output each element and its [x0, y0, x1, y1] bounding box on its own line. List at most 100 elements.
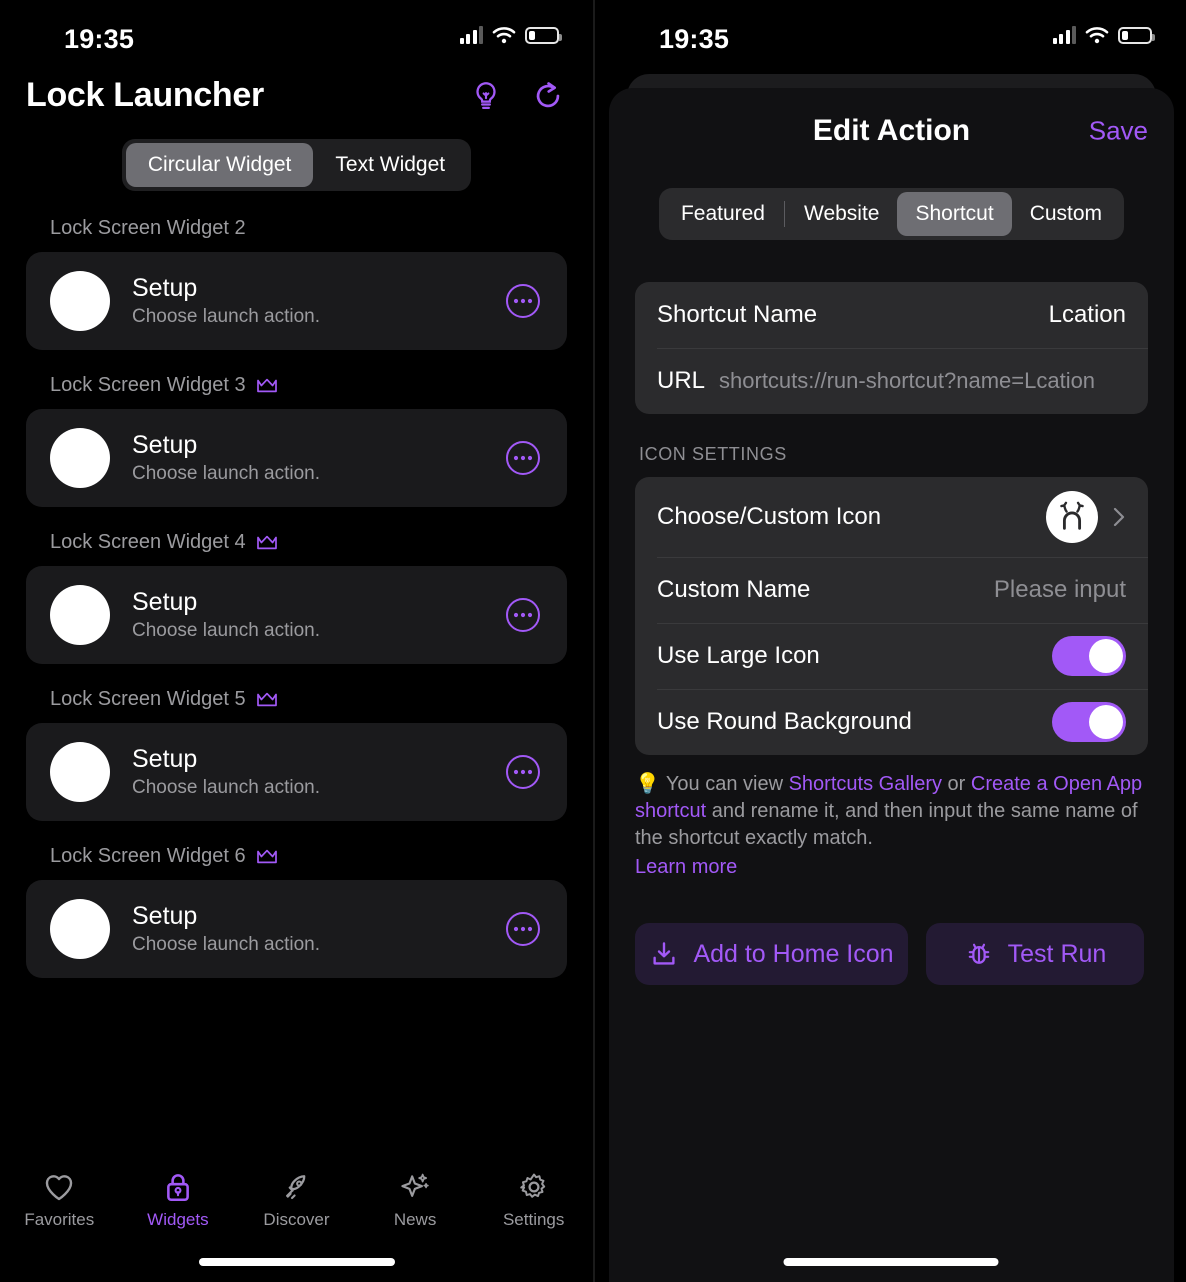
shortcut-name-input[interactable]: Lcation	[1049, 301, 1126, 329]
download-icon	[653, 942, 675, 965]
home-indicator	[198, 1258, 395, 1266]
choose-icon-right	[1046, 491, 1126, 543]
widget-avatar	[50, 428, 110, 488]
segment-website[interactable]: Website	[786, 192, 897, 236]
tab-label: News	[393, 1210, 437, 1229]
widget-text: Setup Choose launch action.	[132, 745, 505, 800]
status-bar-time: 19:35	[659, 24, 730, 54]
widget-subtitle: Choose launch action.	[132, 777, 321, 799]
more-ellipsis-icon[interactable]	[505, 911, 541, 947]
widget-card[interactable]: Setup Choose launch action.	[26, 252, 567, 350]
add-to-home-icon-button[interactable]: Add to Home Icon	[635, 923, 908, 985]
widget-card[interactable]: Setup Choose launch action.	[26, 880, 567, 978]
hint-part-3: and rename it, and then input the same n…	[635, 800, 1138, 849]
shortcut-name-row[interactable]: Shortcut Name Lcation	[635, 282, 1148, 348]
widget-group-label: Lock Screen Widget 3	[0, 374, 593, 409]
widget-group-label: Lock Screen Widget 6	[0, 845, 593, 880]
use-large-icon-row[interactable]: Use Large Icon	[635, 623, 1148, 689]
tab-news[interactable]: News	[356, 1170, 475, 1230]
shortcut-hint-text: 💡 You can view Shortcuts Gallery or Creat…	[609, 755, 1174, 881]
use-round-background-row[interactable]: Use Round Background	[635, 689, 1148, 755]
tab-widgets[interactable]: Widgets	[119, 1170, 238, 1230]
widget-group-label-text: Lock Screen Widget 2	[50, 217, 246, 239]
widget-group: Lock Screen Widget 5 Setup Choose launch…	[0, 688, 593, 821]
widget-title: Setup	[132, 273, 198, 302]
widget-group-label: Lock Screen Widget 2	[0, 217, 593, 252]
widget-title: Setup	[132, 587, 198, 616]
hint-part-1: You can view	[665, 773, 789, 795]
more-ellipsis-icon[interactable]	[505, 440, 541, 476]
test-run-label: Test Run	[1007, 939, 1107, 968]
cellular-bars-icon	[459, 26, 483, 44]
lock-icon	[166, 1174, 189, 1202]
crown-icon	[256, 378, 277, 393]
battery-low-icon	[1118, 26, 1155, 44]
more-ellipsis-icon[interactable]	[505, 283, 541, 319]
tab-label: Discover	[263, 1210, 330, 1229]
refresh-icon[interactable]	[531, 79, 565, 113]
widget-group-label-text: Lock Screen Widget 4	[50, 531, 246, 553]
segment-custom[interactable]: Custom	[1012, 192, 1120, 236]
widget-group-label: Lock Screen Widget 4	[0, 531, 593, 566]
learn-more-link[interactable]: Learn more	[635, 854, 1144, 881]
action-type-segmented-control[interactable]: Featured Website Shortcut Custom	[609, 188, 1174, 240]
tab-discover[interactable]: Discover	[237, 1170, 356, 1230]
widget-card[interactable]: Setup Choose launch action.	[26, 723, 567, 821]
wifi-icon	[1085, 27, 1109, 44]
widget-group: Lock Screen Widget 6 Setup Choose launch…	[0, 845, 593, 978]
save-button[interactable]: Save	[1089, 116, 1148, 147]
app-header: Lock Launcher	[0, 62, 593, 115]
shortcut-url-row: URL shortcuts://run-shortcut?name=Lcatio…	[635, 348, 1148, 414]
segment-circular-widget[interactable]: Circular Widget	[125, 143, 314, 187]
segment-divider	[784, 201, 785, 227]
widget-title: Setup	[132, 430, 198, 459]
lightbulb-icon[interactable]	[469, 79, 503, 113]
use-large-icon-label: Use Large Icon	[657, 642, 820, 669]
widget-group-label: Lock Screen Widget 5	[0, 688, 593, 723]
shortcuts-gallery-link[interactable]: Shortcuts Gallery	[789, 773, 942, 795]
segment-text-widget[interactable]: Text Widget	[313, 143, 467, 187]
shortcut-name-label: Shortcut Name	[657, 301, 818, 328]
use-large-icon-toggle[interactable]	[1052, 636, 1126, 676]
more-ellipsis-icon[interactable]	[505, 754, 541, 790]
add-to-home-icon-label: Add to Home Icon	[693, 939, 894, 968]
widget-subtitle: Choose launch action.	[132, 463, 321, 485]
widget-avatar	[50, 585, 110, 645]
widget-title: Setup	[132, 744, 198, 773]
more-ellipsis-icon[interactable]	[505, 597, 541, 633]
url-field: URL shortcuts://run-shortcut?name=Lcatio…	[657, 367, 1095, 395]
widget-type-segmented-control[interactable]: Circular Widget Text Widget	[0, 139, 593, 191]
widget-text: Setup Choose launch action.	[132, 274, 505, 329]
header-actions	[469, 79, 565, 113]
tab-favorites[interactable]: Favorites	[0, 1170, 119, 1230]
custom-name-row[interactable]: Custom Name Please input	[635, 557, 1148, 623]
hint-part-2: or	[941, 773, 971, 795]
home-indicator	[783, 1258, 998, 1266]
sheet-title: Edit Action	[812, 114, 971, 147]
segment-featured[interactable]: Featured	[663, 192, 783, 236]
url-label: URL	[657, 367, 706, 394]
shortcut-fields-card: Shortcut Name Lcation URL shortcuts://ru…	[635, 282, 1148, 414]
crown-icon	[256, 535, 277, 550]
test-run-button[interactable]: Test Run	[926, 923, 1144, 985]
bug-icon	[968, 943, 989, 964]
use-round-background-toggle[interactable]	[1052, 702, 1126, 742]
tab-bar: Favorites Widgets Discover News Settings	[0, 1158, 593, 1282]
phone-screen-edit-action: 19:35 Edit Action Save Featured Website …	[593, 0, 1186, 1282]
tab-label: Widgets	[147, 1210, 209, 1229]
heart-icon	[46, 1175, 73, 1201]
widget-card[interactable]: Setup Choose launch action.	[26, 566, 567, 664]
choose-custom-icon-label: Choose/Custom Icon	[657, 503, 882, 530]
cellular-bars-icon	[1052, 26, 1076, 44]
battery-low-icon	[525, 26, 562, 44]
status-bar-time: 19:35	[64, 24, 135, 54]
segment-shortcut[interactable]: Shortcut	[897, 192, 1012, 236]
widget-card[interactable]: Setup Choose launch action.	[26, 409, 567, 507]
widget-subtitle: Choose launch action.	[132, 620, 321, 642]
choose-custom-icon-row[interactable]: Choose/Custom Icon	[635, 477, 1148, 557]
widget-list: Lock Screen Widget 2 Setup Choose launch…	[0, 217, 593, 978]
custom-name-input[interactable]: Please input	[994, 576, 1126, 604]
tab-settings[interactable]: Settings	[474, 1170, 593, 1230]
widget-text: Setup Choose launch action.	[132, 431, 505, 486]
tab-label: Settings	[502, 1210, 565, 1229]
